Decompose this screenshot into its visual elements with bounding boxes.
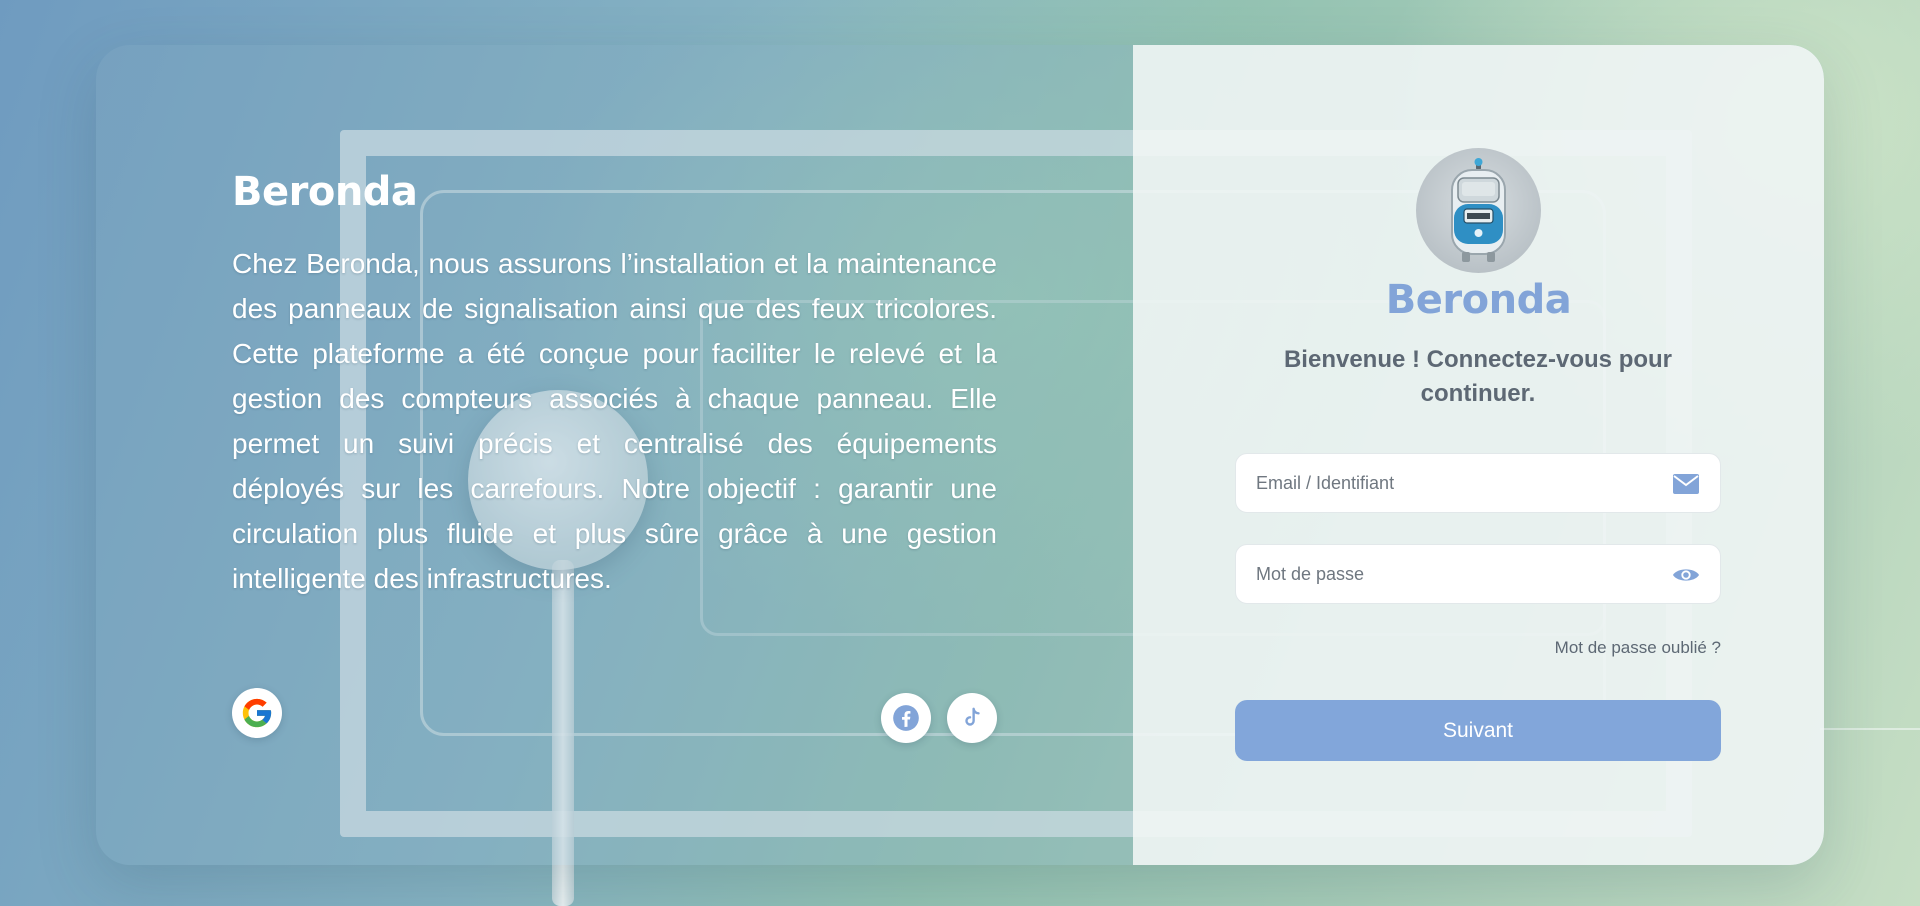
info-description: Chez Beronda, nous assurons l’installati… xyxy=(232,248,997,594)
next-button[interactable]: Suivant xyxy=(1235,700,1721,761)
login-panel: Beronda Bienvenue ! Connectez-vous pour … xyxy=(1133,45,1824,865)
meter-robot-icon xyxy=(1451,158,1506,262)
email-input[interactable] xyxy=(1256,454,1656,512)
info-brand-title: Beronda xyxy=(232,169,418,215)
google-icon xyxy=(242,698,272,728)
email-field xyxy=(1235,453,1721,513)
login-card: Beronda Chez Beronda, nous assurons l’in… xyxy=(96,45,1824,865)
facebook-button[interactable] xyxy=(881,693,931,743)
info-panel: Beronda Chez Beronda, nous assurons l’in… xyxy=(96,45,1133,865)
google-button[interactable] xyxy=(232,688,282,738)
login-brand-title: Beronda xyxy=(1385,277,1572,323)
welcome-text: Bienvenue ! Connectez-vous pour continue… xyxy=(1283,346,1673,407)
password-input[interactable] xyxy=(1256,545,1656,603)
password-field xyxy=(1235,544,1721,604)
facebook-icon xyxy=(893,705,919,731)
background-line xyxy=(1820,728,1920,730)
tiktok-icon xyxy=(965,707,980,726)
forgot-password-link[interactable]: Mot de passe oublié ? xyxy=(1555,638,1721,658)
eye-icon[interactable] xyxy=(1672,562,1700,588)
envelope-icon xyxy=(1672,471,1700,497)
avatar xyxy=(1416,148,1541,273)
tiktok-button[interactable] xyxy=(947,693,997,743)
